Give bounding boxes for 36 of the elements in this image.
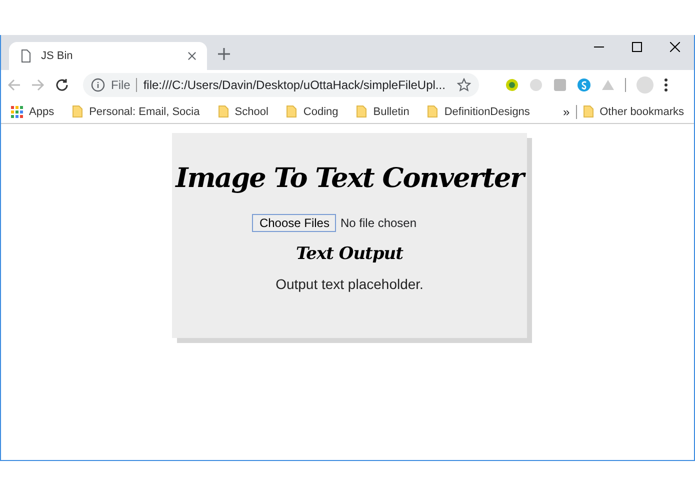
page-icon <box>19 49 33 63</box>
extension-icon[interactable] <box>505 78 520 92</box>
folder-icon <box>582 105 594 118</box>
folder-icon <box>427 105 438 118</box>
file-status: No file chosen <box>340 216 417 230</box>
reload-icon[interactable] <box>55 78 69 92</box>
folder-icon <box>72 105 84 118</box>
bookmark-link[interactable]: Personal: Email, Socia <box>89 106 200 118</box>
output-heading: Text Output <box>296 244 404 264</box>
url-text: file:///C:/Users/Davin/Desktop/uOttaHack/simpleFileUpl... <box>143 78 446 92</box>
bookmark-link[interactable]: Bulletin <box>373 106 410 118</box>
plus-icon[interactable] <box>217 47 231 61</box>
bookmark-link[interactable]: DefinitionDesigns <box>444 106 530 118</box>
browser-tab[interactable]: JS Bin <box>9 42 207 70</box>
star-icon[interactable] <box>457 78 472 92</box>
choose-files-button[interactable]: Choose Files <box>252 214 336 232</box>
close-icon[interactable] <box>670 42 680 52</box>
tab-title: JS Bin <box>41 50 74 62</box>
close-icon[interactable] <box>187 51 197 61</box>
apps-grid-icon <box>11 106 23 118</box>
address-bar[interactable]: File file:///C:/Users/Davin/Desktop/uOttaHack/simpleFileUpl... <box>83 73 480 97</box>
page-title: Image To Text Converter <box>176 163 524 194</box>
info-icon <box>91 78 105 92</box>
menu-icon[interactable] <box>664 78 668 92</box>
scheme-label: File <box>111 78 130 92</box>
folder-icon <box>286 105 298 118</box>
bookmark-link[interactable]: School <box>234 106 268 118</box>
extension-icon[interactable] <box>577 78 592 92</box>
bookmark-link[interactable]: Apps <box>29 106 54 118</box>
overflow-chevron[interactable]: » <box>562 104 570 118</box>
output-text: Output text placeholder. <box>276 276 424 292</box>
bookmark-link[interactable]: Coding <box>303 106 338 118</box>
bookmark-link[interactable]: Other bookmarks <box>600 106 684 118</box>
folder-icon <box>356 105 368 118</box>
maximize-icon[interactable] <box>632 42 642 52</box>
folder-icon <box>218 105 229 118</box>
